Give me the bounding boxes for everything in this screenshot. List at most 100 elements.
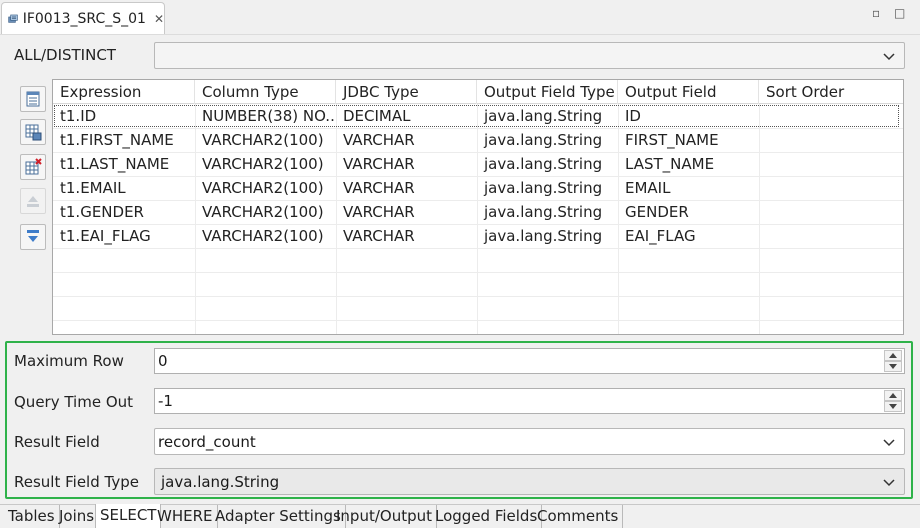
spin-up-button[interactable] [884,350,902,361]
result-field-combo[interactable]: record_count [154,428,905,455]
cell-column-type: VARCHAR2(100) [202,227,324,245]
mapping-file-icon [8,14,18,23]
table-row[interactable]: t1.GENDER VARCHAR2(100) VARCHAR java.lan… [53,200,903,224]
editor-tab-bar: IF0013_SRC_S_01 ✕ ▫ □ [0,0,920,34]
query-timeout-spinner[interactable]: -1 [154,388,905,414]
spin-down-button[interactable] [884,361,902,372]
table-row[interactable]: t1.EMAIL VARCHAR2(100) VARCHAR java.lang… [53,176,903,200]
all-distinct-combo[interactable] [154,42,905,69]
tab-comments[interactable]: Comments [533,505,624,528]
max-row-spinner-buttons [884,350,902,372]
cell-expression: t1.LAST_NAME [60,155,170,173]
column-header-jdbc-type[interactable]: JDBC Type [336,80,477,104]
result-field-type-value: java.lang.String [161,472,280,491]
cell-column-type: NUMBER(38) NO... [202,107,336,125]
tab-where[interactable]: WHERE [153,505,218,528]
caret-down-icon [889,404,897,409]
column-header-column-type[interactable]: Column Type [195,80,336,104]
tab-logged-fields[interactable]: Logged Fields [431,505,543,528]
column-header-sort-order[interactable]: Sort Order [759,80,903,104]
tab-tables[interactable]: Tables [4,505,60,528]
cell-expression: t1.GENDER [60,203,144,221]
cell-sort-order [759,200,903,224]
chevron-down-icon [883,438,895,446]
cell-jdbc-type: DECIMAL [343,107,411,125]
result-field-label: Result Field [14,433,100,451]
move-down-icon [27,230,39,242]
cell-output-field: LAST_NAME [625,155,715,173]
delete-row-icon [25,158,42,175]
tab-joins[interactable]: Joins [55,505,100,528]
cell-output-field-type: java.lang.String [484,179,603,197]
tab-adapter-settings[interactable]: Adapter Settings [211,505,346,528]
cell-jdbc-type: VARCHAR [343,179,415,197]
all-distinct-label: ALL/DISTINCT [14,46,116,64]
cell-expression: t1.EAI_FLAG [60,227,151,245]
cell-expression: t1.EMAIL [60,179,126,197]
maximize-icon[interactable]: □ [894,6,905,20]
cell-expression: t1.FIRST_NAME [60,131,174,149]
cell-column-type: VARCHAR2(100) [202,179,324,197]
editor-tab[interactable]: IF0013_SRC_S_01 ✕ [1,2,165,34]
delete-row-button[interactable] [20,154,46,180]
query-timeout-value: -1 [158,392,173,410]
cell-output-field-type: java.lang.String [484,155,603,173]
cell-output-field: EMAIL [625,179,671,197]
spin-down-button[interactable] [884,401,902,412]
grid-line [53,296,903,297]
add-expression-icon [26,91,40,107]
column-header-output-field[interactable]: Output Field [618,80,759,104]
add-all-columns-button[interactable] [20,119,46,145]
cell-output-field: FIRST_NAME [625,131,719,149]
close-icon[interactable]: ✕ [154,12,164,26]
cell-column-type: VARCHAR2(100) [202,131,324,149]
cell-column-type: VARCHAR2(100) [202,203,324,221]
move-up-icon [27,196,39,207]
cell-sort-order [759,224,903,248]
chevron-down-icon [883,52,895,60]
caret-up-icon [889,353,897,358]
editor-page-tabs: Tables Joins SELECT WHERE Adapter Settin… [0,504,920,528]
query-timeout-label: Query Time Out [14,393,134,411]
result-field-type-label: Result Field Type [14,473,139,491]
select-editor-panel: ALL/DISTINCT Expression Column Type JDBC… [0,34,920,504]
cell-jdbc-type: VARCHAR [343,227,415,245]
table-row[interactable]: t1.LAST_NAME VARCHAR2(100) VARCHAR java.… [53,152,903,176]
grid-line [53,272,903,273]
move-down-button[interactable] [20,224,46,250]
cell-jdbc-type: VARCHAR [343,203,415,221]
editor-tab-title: IF0013_SRC_S_01 [22,10,146,27]
table-row[interactable]: t1.FIRST_NAME VARCHAR2(100) VARCHAR java… [53,128,903,152]
tab-select[interactable]: SELECT [95,504,162,528]
cell-sort-order [759,104,903,128]
column-header-output-field-type[interactable]: Output Field Type [477,80,618,104]
table-row[interactable]: t1.EAI_FLAG VARCHAR2(100) VARCHAR java.l… [53,224,903,248]
grid-line [53,320,903,321]
column-header-expression[interactable]: Expression [53,80,195,104]
query-timeout-spinner-buttons [884,390,902,412]
tab-input-output[interactable]: Input/Output [332,505,437,528]
cell-jdbc-type: VARCHAR [343,131,415,149]
cell-output-field: ID [625,107,641,125]
caret-down-icon [889,364,897,369]
result-field-type-combo[interactable]: java.lang.String [154,468,905,495]
max-row-spinner[interactable]: 0 [154,348,905,374]
cell-sort-order [759,152,903,176]
select-fields-table: Expression Column Type JDBC Type Output … [52,79,904,335]
grid-line [53,248,903,249]
cell-sort-order [759,128,903,152]
cell-expression: t1.ID [60,107,97,125]
minimize-icon[interactable]: ▫ [872,6,880,20]
add-expression-button[interactable] [20,86,46,112]
caret-up-icon [889,393,897,398]
cell-output-field: EAI_FLAG [625,227,696,245]
cell-output-field-type: java.lang.String [484,107,603,125]
move-up-button[interactable] [20,188,46,214]
max-row-label: Maximum Row [14,352,124,370]
result-field-value: record_count [158,432,256,451]
max-row-value: 0 [158,352,168,370]
chevron-down-icon [883,478,895,486]
table-row[interactable]: t1.ID NUMBER(38) NO... DECIMAL java.lang… [53,104,903,128]
cell-output-field-type: java.lang.String [484,203,603,221]
spin-up-button[interactable] [884,390,902,401]
